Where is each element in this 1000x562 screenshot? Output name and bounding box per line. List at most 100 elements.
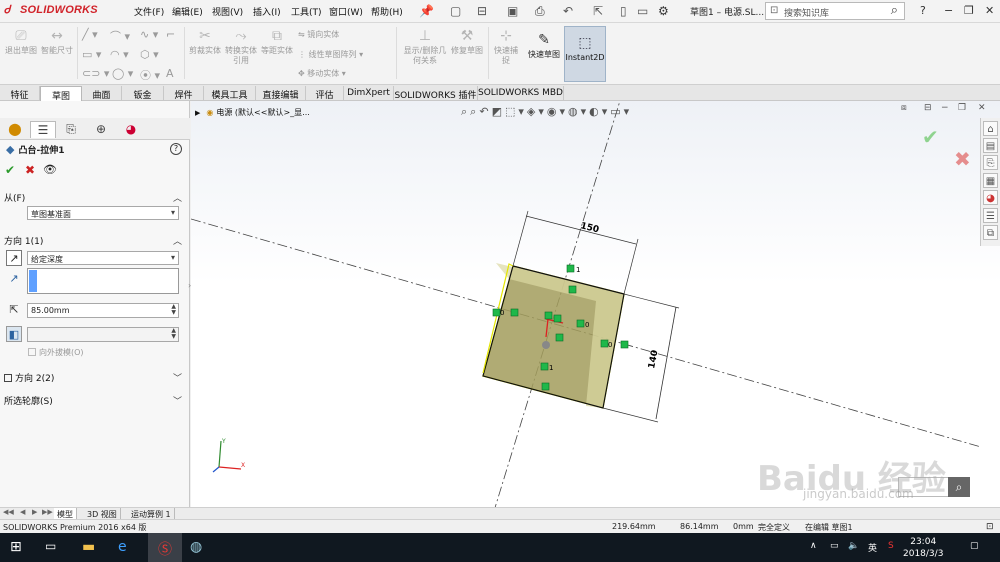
- view-palette-icon[interactable]: ▦: [983, 173, 998, 188]
- draft-angle-input[interactable]: ▲ ▼: [27, 327, 179, 342]
- exit-sketch-button[interactable]: ⎚ 退出草图: [5, 28, 37, 56]
- menu-edit[interactable]: 编辑(E): [172, 5, 203, 18]
- spin-arrows-icon[interactable]: ▲ ▼: [171, 304, 176, 316]
- relation-marker[interactable]: [540, 362, 549, 371]
- windows-start-icon[interactable]: ⊞: [10, 539, 22, 555]
- options-gear-icon[interactable]: ⚙: [658, 4, 669, 18]
- circle-icon[interactable]: ◯ ▾: [112, 67, 133, 80]
- nav-prev-icon[interactable]: ◀: [20, 508, 25, 516]
- tab-solidworks-mbd[interactable]: SOLIDWORKS MBD: [478, 86, 564, 101]
- move-entities-button[interactable]: ✥ 移动实体 ▾: [298, 68, 346, 79]
- spline-icon[interactable]: ⌒ ▾: [110, 28, 130, 44]
- spin-arrows-icon[interactable]: ▲ ▼: [171, 328, 176, 340]
- linear-pattern-button[interactable]: ⋮ 线性草图阵列 ▾: [298, 49, 363, 60]
- smart-dimension-button[interactable]: ↔ 智能尺寸: [40, 28, 74, 56]
- pm-ok-button[interactable]: ✔: [5, 163, 15, 177]
- reverse-direction-icon[interactable]: ↗: [6, 250, 22, 266]
- instant2d-button[interactable]: ⬚ Instant2D: [564, 26, 606, 82]
- appearances-icon[interactable]: ◕: [983, 190, 998, 205]
- file-explorer-taskbar-icon[interactable]: ▬: [82, 539, 95, 555]
- help-icon[interactable]: ?: [920, 4, 926, 17]
- relation-marker[interactable]: [510, 308, 519, 317]
- file-props-icon[interactable]: ▭: [637, 4, 648, 18]
- sketch-viewport[interactable]: 150 140 1 0 0 0 1: [191, 101, 981, 507]
- undo-icon[interactable]: ↶: [563, 4, 573, 18]
- minimize-icon[interactable]: −: [944, 4, 953, 17]
- print-icon[interactable]: ⎙: [535, 4, 545, 19]
- line-icon[interactable]: ╱ ▾: [82, 28, 98, 41]
- tab-solidworks-addins[interactable]: SOLIDWORKS 插件: [394, 86, 478, 101]
- notification-icon[interactable]: ▢: [970, 541, 979, 551]
- origin-marker[interactable]: [542, 341, 550, 349]
- menu-tools[interactable]: 工具(T): [291, 5, 322, 18]
- from-select[interactable]: 草图基准面 ▾: [27, 206, 179, 220]
- property-manager-tab-icon[interactable]: ☰: [30, 121, 56, 138]
- display-manager-tab-icon[interactable]: ◕: [118, 121, 144, 138]
- nav-first-icon[interactable]: ◀◀: [3, 508, 14, 516]
- relation-marker[interactable]: [541, 382, 550, 391]
- taskbar-clock[interactable]: 23:04 2018/3/3: [903, 536, 943, 560]
- relation-marker[interactable]: [568, 285, 577, 294]
- solidworks-taskbar-icon[interactable]: Ⓢ: [148, 533, 182, 562]
- pm-cancel-button[interactable]: ✖: [25, 163, 35, 177]
- ime-indicator[interactable]: 英: [868, 541, 877, 554]
- open-icon[interactable]: ⊟: [477, 4, 487, 18]
- end-condition-select[interactable]: 给定深度 ▾: [27, 251, 179, 265]
- relation-marker[interactable]: [566, 264, 575, 273]
- design-library-icon[interactable]: ▤: [983, 138, 998, 153]
- search-icon[interactable]: ⌕: [891, 3, 898, 18]
- offset-entities-button[interactable]: ⧉ 等距实体: [260, 28, 294, 56]
- tab-surfaces[interactable]: 曲面: [82, 86, 122, 101]
- pin-icon[interactable]: 📌: [419, 4, 434, 18]
- trim-entities-button[interactable]: ✂ 剪裁实体: [188, 28, 222, 56]
- configuration-manager-tab-icon[interactable]: ⎘: [58, 121, 84, 138]
- depth-input[interactable]: 85.00mm ▲ ▼: [27, 303, 179, 318]
- dim-line-140[interactable]: [655, 306, 677, 420]
- save-icon[interactable]: ▣: [507, 4, 518, 18]
- slot-icon[interactable]: ⊂⊃ ▾: [82, 67, 109, 80]
- direction2-checkbox[interactable]: [4, 374, 12, 382]
- draft-outward-checkbox[interactable]: 向外拔模(O): [28, 347, 84, 358]
- custom-properties-icon[interactable]: ☰: [983, 208, 998, 223]
- tab-weldments[interactable]: 焊件: [164, 86, 204, 101]
- tray-chevron-icon[interactable]: ∧: [810, 541, 817, 551]
- rebuild-icon[interactable]: ▯: [620, 4, 627, 18]
- direction2-group-header[interactable]: 方向 2(2) ﹀: [4, 371, 186, 384]
- sogou-ime-icon[interactable]: S: [888, 541, 894, 551]
- repair-sketch-button[interactable]: ⚒ 修复草图: [450, 28, 484, 56]
- draft-toggle-icon[interactable]: ◧: [6, 326, 22, 342]
- curve-icon[interactable]: ∿ ▾: [140, 28, 158, 41]
- status-overflow-icon[interactable]: ⊡: [986, 522, 994, 532]
- volume-icon[interactable]: 🔈: [848, 541, 859, 551]
- point-icon[interactable]: ⦿ ▾: [140, 67, 160, 83]
- menu-window[interactable]: 窗口(W): [329, 5, 363, 18]
- tab-evaluate[interactable]: 评估: [306, 86, 344, 101]
- menu-view[interactable]: 视图(V): [212, 5, 243, 18]
- edge-browser-icon[interactable]: e: [118, 539, 127, 555]
- tab-sheet-metal[interactable]: 钣金: [122, 86, 164, 101]
- dimxpert-manager-tab-icon[interactable]: ⊕: [88, 121, 114, 138]
- solidworks-logo[interactable]: Ꮷ SOLIDWORKS: [4, 4, 116, 20]
- graphics-area[interactable]: ▶ ◉ 电源 (默认<<默认>_显... ⌕⌕↶◩⬚▾◈▾◉▾◍▾◐▾▭▾ ⧈ ⊟ …: [191, 101, 1000, 507]
- polygon-icon[interactable]: ⬡ ▾: [140, 48, 159, 61]
- relation-marker[interactable]: [544, 311, 553, 320]
- arc-icon[interactable]: ◠ ▾: [110, 48, 129, 61]
- search-knowledge-input[interactable]: ⊡ 搜索知识库 ⌕: [765, 2, 905, 20]
- relation-marker[interactable]: [492, 308, 501, 317]
- home-icon[interactable]: ⌂: [983, 121, 998, 136]
- display-relations-button[interactable]: ⊥ 显示/删除几何关系: [401, 28, 449, 66]
- relation-marker[interactable]: [576, 319, 585, 328]
- menu-file[interactable]: 文件(F): [134, 5, 164, 18]
- pm-help-button[interactable]: ?: [170, 143, 182, 155]
- relation-marker[interactable]: [553, 314, 562, 323]
- fillet-icon[interactable]: ⌐: [166, 28, 175, 41]
- new-doc-icon[interactable]: ▢: [450, 4, 461, 18]
- file-explorer-icon[interactable]: ⎘: [983, 155, 998, 170]
- dim-label-140[interactable]: 140: [647, 349, 660, 369]
- selected-contours-header[interactable]: 所选轮廓(S) ﹀: [4, 394, 186, 407]
- mirror-entities-button[interactable]: ⇋ 镜向实体: [298, 29, 339, 40]
- menu-help[interactable]: 帮助(H): [371, 5, 403, 18]
- relation-marker[interactable]: [600, 339, 609, 348]
- rectangle-icon[interactable]: ▭ ▾: [82, 48, 101, 61]
- direction1-group-header[interactable]: 方向 1(1) ︿: [4, 234, 186, 247]
